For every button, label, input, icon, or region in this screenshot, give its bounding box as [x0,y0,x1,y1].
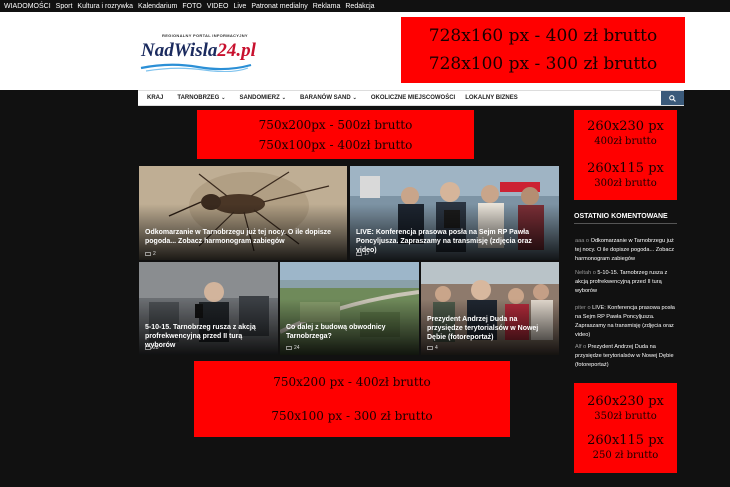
article-title[interactable]: Odkomarzanie w Tarnobrzegu już tej nocy.… [145,228,341,246]
comment-prep: o [583,344,587,350]
ad-mid-line-1: 750x200px - 500zł brutto [258,117,413,132]
comment-icon [356,251,362,256]
chevron-down-icon: ⌄ [281,95,286,101]
comment-icon [145,251,151,256]
comment-count-value: 2 [153,251,156,257]
comment-article-link[interactable]: Odkomarzanie w Tarnobrzegu już tej nocy.… [575,238,674,262]
ad-side2-price-b: 250 zł brutto [592,450,659,461]
site-logo[interactable]: REGIONALNY PORTAL INFORMACYJNY NadWisla2… [138,26,258,74]
logo-tagline: REGIONALNY PORTAL INFORMACYJNY [162,33,248,38]
comment-author: Alf [575,344,582,350]
article-tile[interactable]: LIVE: Konferencja prasowa posła na Sejm … [350,166,559,260]
topbar-link-kultura[interactable]: Kultura i rozrywka [77,3,133,10]
comment-count-value: 4 [435,345,438,351]
nav-item-baranow-label: BARANÓW SAND [299,95,351,101]
comment-count-value: 17 [364,251,370,257]
recent-comment-item: aaa o Odkomarzanie w Tarnobrzegu już tej… [575,237,677,264]
logo-name-main: NadWisla [141,40,218,61]
comment-count: 24 [286,345,300,351]
comment-count: 4 [427,345,438,351]
logo-wave-icon [140,63,252,72]
top-bar: WIADOMOŚCI Sport Kultura i rozrywka Kale… [0,0,730,12]
nav-item-tarnobrzeg[interactable]: TARNOBRZEG ⌄ [177,95,225,101]
topbar-link-redakcja[interactable]: Redakcja [345,3,374,10]
comment-author: piter [575,305,586,311]
ad-banner-top[interactable]: 728x160 px - 400 zł brutto 728x100 px - … [401,17,685,83]
ad-side2-size-b: 260x115 px [587,433,664,448]
nav-search-button[interactable] [661,91,684,105]
article-title[interactable]: LIVE: Konferencja prasowa posła na Sejm … [356,228,553,255]
comment-author: Neltah [575,270,592,276]
logo-name-accent: 24.pl [217,40,256,61]
nav-item-kraj[interactable]: KRAJ [147,95,163,101]
comment-icon [286,345,292,350]
comment-count: 2 [145,251,156,257]
nav-item-okoliczne[interactable]: OKOLICZNE MIEJSCOWOŚCI [371,95,455,101]
comment-count-value: 24 [294,345,300,351]
nav-item-sandomierz[interactable]: SANDOMIERZ ⌄ [239,95,286,101]
nav-item-lokalny-biznes-label: LOKALNY BIZNES [465,95,518,101]
ad-side2-size-a: 260x230 px [587,394,664,409]
recent-comment-item: Neltah o 5-10-15. Tarnobrzeg rusza z akc… [575,269,677,296]
topbar-link-live[interactable]: Live [233,3,246,10]
comment-count: 17 [356,251,370,257]
ad-mid-line-2: 750x100px - 400zł brutto [258,137,413,152]
ad-side1-price-a: 400zł brutto [594,136,657,147]
nav-item-lokalny-biznes[interactable]: LOKALNY BIZNES [465,95,518,101]
topbar-link-wiadomosci[interactable]: WIADOMOŚCI [4,3,51,10]
nav-item-kraj-label: KRAJ [147,95,164,101]
ad-top-line-2: 728x100 px - 300 zł brutto [428,54,658,74]
chevron-down-icon: ⌄ [221,95,226,101]
comment-count: 28 [145,345,159,351]
ad-side1-price-b: 300zł brutto [594,178,657,189]
ad-side1-size-b: 260x115 px [587,161,664,176]
topbar-link-reklama[interactable]: Reklama [313,3,341,10]
article-tile[interactable]: Co dalej z budową obwodnicy Tarnobrzega?… [280,262,419,355]
ad-top-line-1: 728x160 px - 400 zł brutto [428,26,658,46]
ad-bottom-line-2: 750x100 px - 300 zł brutto [271,408,433,423]
topbar-link-video[interactable]: VIDEO [207,3,229,10]
topbar-link-foto[interactable]: FOTO [182,3,201,10]
nav-item-okoliczne-label: OKOLICZNE MIEJSCOWOŚCI [370,95,456,101]
comment-article-link[interactable]: Prezydent Andrzej Duda na przysiędze ter… [575,344,674,368]
comment-prep: o [592,270,596,276]
ad-banner-mid[interactable]: 750x200px - 500zł brutto 750x100px - 400… [197,110,474,159]
article-title[interactable]: Prezydent Andrzej Duda na przysiędze ter… [427,315,553,342]
chevron-down-icon: ⌄ [352,95,357,101]
article-title[interactable]: 5-10-15. Tarnobrzeg rusza z akcją profre… [145,323,272,350]
comment-author: aaa [575,238,585,244]
ad-bottom-line-1: 750x200 px - 400zł brutto [273,374,431,389]
comment-prep: o [585,238,590,244]
comment-icon [145,345,151,350]
ad-sidebar-top[interactable]: 260x230 px 400zł brutto 260x115 px 300zł… [574,110,677,200]
article-tile[interactable]: 5-10-15. Tarnobrzeg rusza z akcją profre… [139,262,278,355]
article-tile[interactable]: Prezydent Andrzej Duda na przysiędze ter… [421,262,559,355]
ad-side2-price-a: 350zł brutto [594,411,657,422]
nav-item-baranow[interactable]: BARANÓW SAND ⌄ [300,95,357,101]
topbar-link-kalendarium[interactable]: Kalendarium [138,3,177,10]
search-icon [669,94,676,102]
nav-item-tarnobrzeg-label: TARNOBRZEG [177,95,220,101]
ad-banner-bottom[interactable]: 750x200 px - 400zł brutto 750x100 px - 3… [194,361,510,437]
topbar-link-sport[interactable]: Sport [56,3,73,10]
nav-item-sandomierz-label: SANDOMIERZ [239,95,280,101]
ad-sidebar-bottom[interactable]: 260x230 px 350zł brutto 260x115 px 250 z… [574,383,677,473]
logo-name: NadWisla24.pl [141,40,256,62]
ad-side1-size-a: 260x230 px [587,119,664,134]
topbar-link-patronat[interactable]: Patronat medialny [251,3,307,10]
recent-comments-heading: OSTATNIO KOMENTOWANE [574,213,677,224]
recent-comment-item: Alf o Prezydent Andrzej Duda na przysięd… [575,343,677,370]
recent-comment-item: piter o LIVE: Konferencja prasowa posła … [575,304,677,340]
main-navigation: KRAJ TARNOBRZEG ⌄ SANDOMIERZ ⌄ BARANÓW SAN… [138,90,684,106]
comment-icon [427,345,433,350]
comment-count-value: 28 [153,345,159,351]
comment-prep: o [587,305,591,311]
article-tile[interactable]: Odkomarzanie w Tarnobrzegu już tej nocy.… [139,166,347,260]
article-title[interactable]: Co dalej z budową obwodnicy Tarnobrzega? [286,323,413,341]
